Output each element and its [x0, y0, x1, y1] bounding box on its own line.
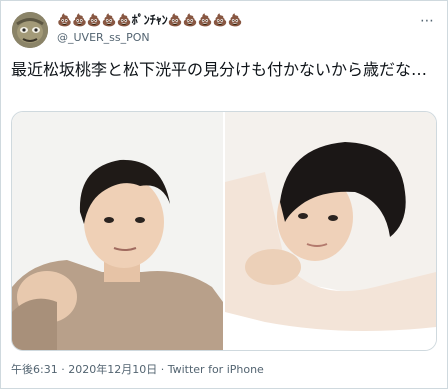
photo-right[interactable]	[225, 112, 436, 350]
portrait-image-left	[12, 112, 223, 350]
tweet-card: 💩💩💩💩💩ﾎﾟﾝﾁｬﾝ💩💩💩💩💩 @_UVER_ss_PON ⋯ 最近松坂桃李と…	[0, 0, 448, 389]
avatar-image	[12, 12, 48, 48]
tweet-media	[11, 111, 437, 351]
tweet-meta: 午後6:31 · 2020年12月10日 · Twitter for iPhon…	[11, 361, 264, 377]
portrait-image-right	[225, 112, 436, 350]
tweet-source[interactable]: Twitter for iPhone	[168, 363, 264, 376]
meta-separator: ·	[157, 363, 168, 376]
photo-left[interactable]	[12, 112, 223, 350]
author-display-name[interactable]: 💩💩💩💩💩ﾎﾟﾝﾁｬﾝ💩💩💩💩💩	[57, 12, 242, 28]
avatar[interactable]	[12, 12, 48, 48]
more-options-icon[interactable]: ⋯	[420, 13, 435, 29]
author-handle[interactable]: @_UVER_ss_PON	[57, 31, 150, 45]
tweet-time[interactable]: 午後6:31	[11, 363, 58, 376]
tweet-text: 最近松坂桃李と松下洸平の見分けも付かないから歳だな…	[11, 60, 428, 79]
tweet-date[interactable]: 2020年12月10日	[68, 363, 157, 376]
meta-separator: ·	[57, 363, 69, 376]
